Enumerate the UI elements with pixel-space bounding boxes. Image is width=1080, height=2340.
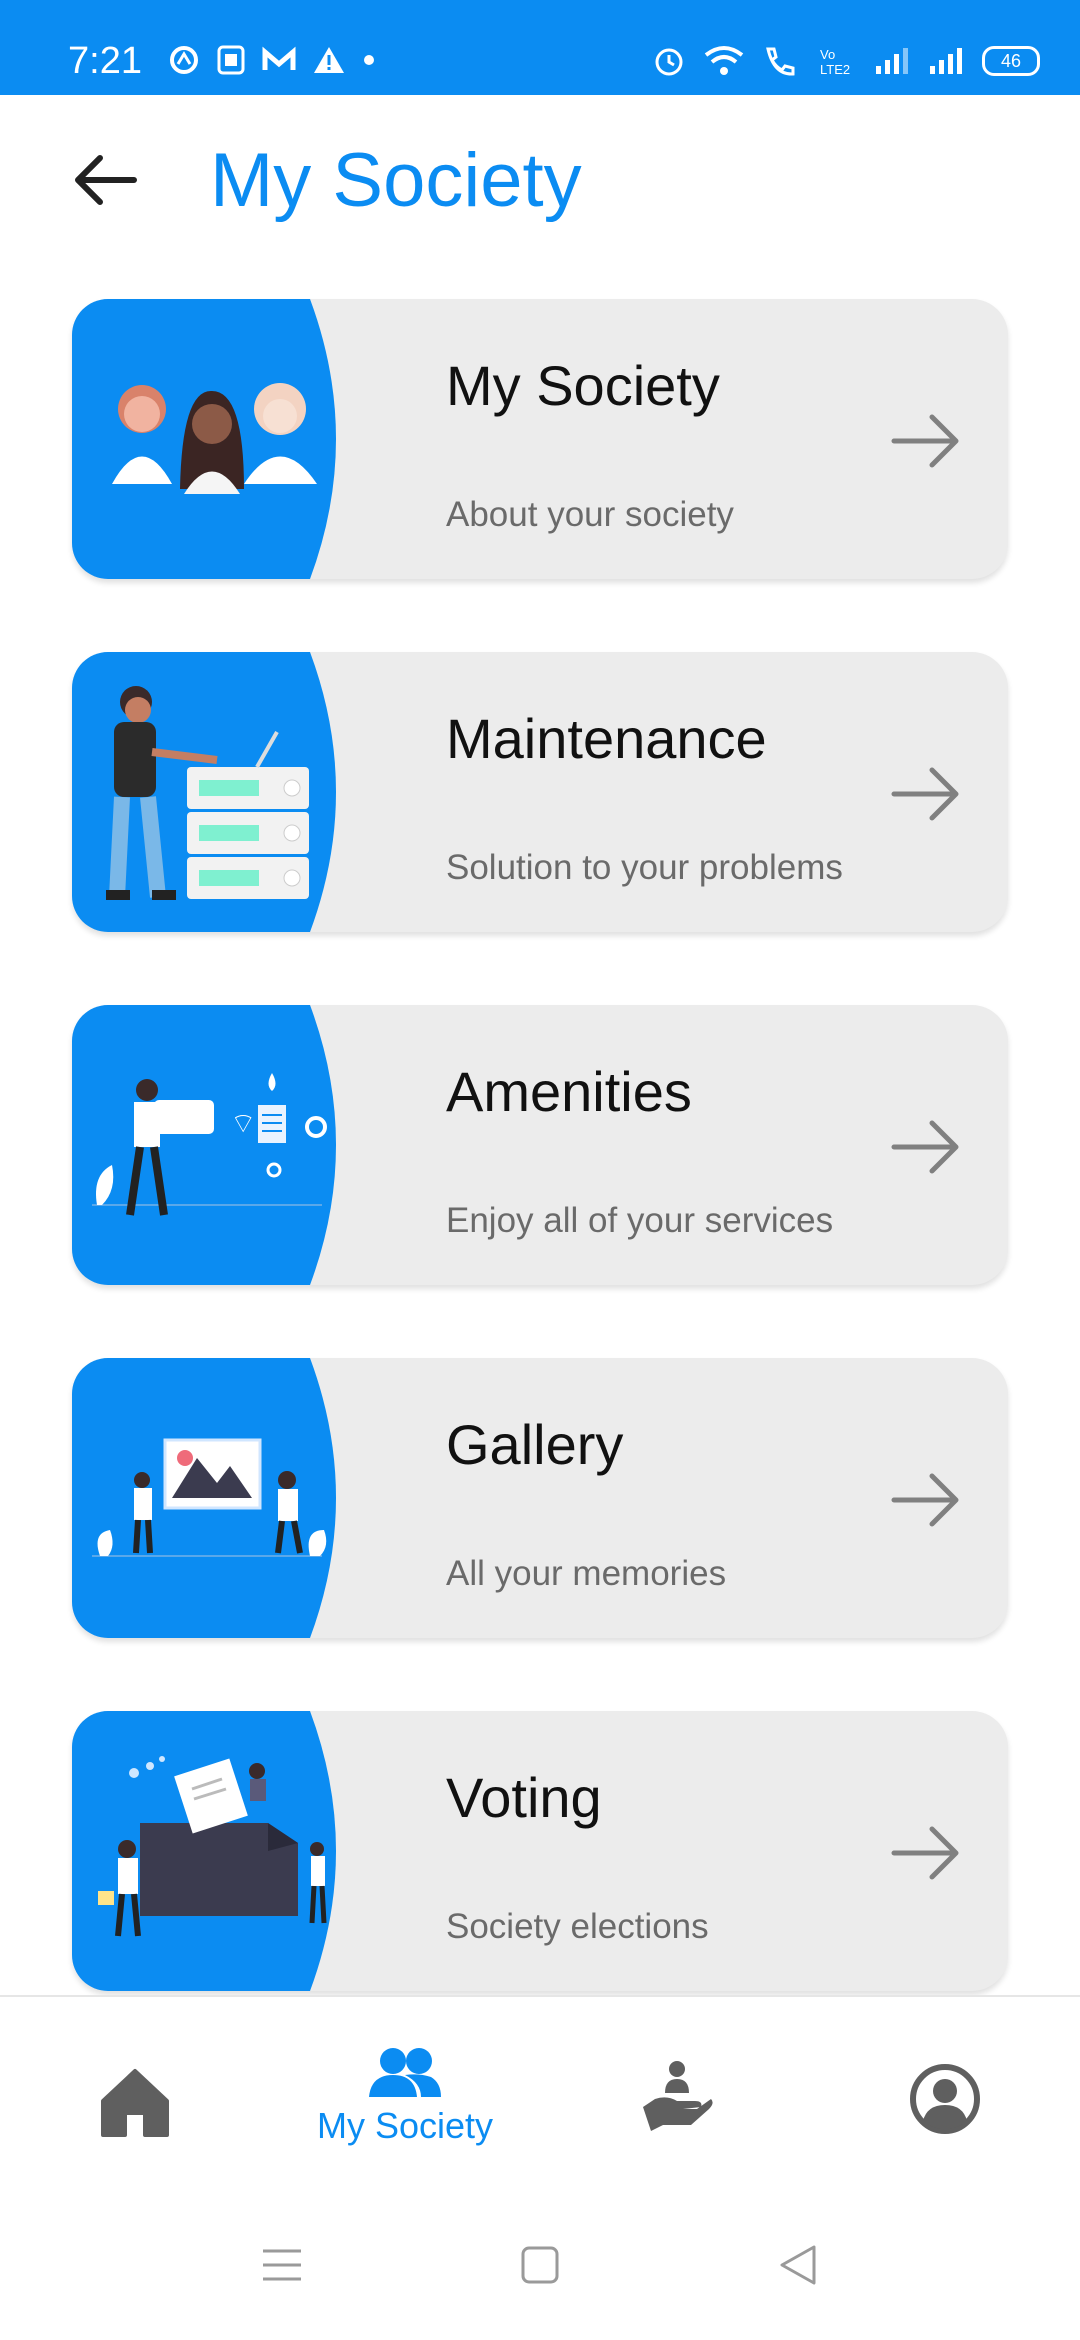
svg-text:Vo: Vo (820, 47, 835, 62)
card-subtitle: Solution to your problems (446, 848, 843, 887)
sync-icon (168, 44, 200, 76)
home-icon (101, 2069, 169, 2137)
signal-icon (874, 46, 910, 76)
nav-help[interactable] (540, 1997, 810, 2197)
arrow-right-icon (891, 1120, 959, 1174)
status-bar: 7:21 Vo LTE2 46 (0, 0, 1080, 95)
wifi-call-icon (762, 45, 800, 77)
svg-text:⌔: ⌔ (230, 1107, 256, 1140)
status-time: 7:21 (68, 40, 142, 82)
card-subtitle: Society elections (446, 1907, 709, 1946)
home-system-button[interactable] (510, 2235, 570, 2295)
gallery-illustration (72, 1358, 354, 1638)
card-amenities[interactable]: ⌔ Amenities Enjoy all of your services (72, 1005, 1008, 1285)
alarm-icon (652, 44, 686, 78)
system-nav-bar (0, 2195, 1080, 2340)
arrow-right-icon (891, 414, 959, 468)
back-system-button[interactable] (768, 2235, 828, 2295)
card-title: Maintenance (446, 707, 767, 770)
bottom-nav: My Society (0, 1995, 1080, 2197)
nav-label: My Society (316, 2105, 494, 2146)
nav-home[interactable] (0, 1997, 270, 2197)
nav-profile[interactable] (810, 1997, 1080, 2197)
card-maintenance[interactable]: Maintenance Solution to your problems (72, 652, 1008, 932)
menu-lines-icon (263, 2249, 301, 2281)
recents-button[interactable] (252, 2235, 312, 2295)
voting-illustration (72, 1711, 354, 1991)
profile-icon (910, 2064, 980, 2134)
back-button[interactable] (70, 145, 140, 215)
dot-icon (362, 53, 376, 67)
amenities-illustration: ⌔ (72, 1005, 354, 1285)
society-illustration (72, 299, 354, 579)
gmail-icon (262, 46, 296, 74)
card-title: My Society (446, 354, 720, 417)
sim-icon (216, 44, 246, 76)
card-title: Voting (446, 1766, 602, 1829)
arrow-right-icon (891, 767, 959, 821)
card-subtitle: About your society (446, 495, 734, 534)
help-hand-icon (643, 2061, 713, 2131)
arrow-left-icon (75, 155, 137, 205)
wifi-icon (704, 45, 744, 77)
card-subtitle: All your memories (446, 1554, 727, 1593)
card-title: Amenities (446, 1060, 692, 1123)
app-bar: My Society (0, 95, 1080, 275)
battery-indicator: 46 (982, 46, 1040, 76)
triangle-back-icon (780, 2245, 816, 2285)
card-my-society[interactable]: My Society About your society (72, 299, 1008, 579)
square-icon (521, 2246, 559, 2284)
signal-icon (928, 46, 964, 76)
card-title: Gallery (446, 1413, 624, 1476)
people-icon (369, 2048, 441, 2097)
alert-icon (312, 45, 346, 75)
card-voting[interactable]: Voting Society elections (72, 1711, 1008, 1991)
arrow-right-icon (891, 1473, 959, 1527)
nav-my-society[interactable]: My Society (270, 1997, 540, 2197)
arrow-right-icon (891, 1826, 959, 1880)
card-subtitle: Enjoy all of your services (446, 1201, 834, 1240)
status-left-icons (168, 44, 376, 76)
svg-text:LTE2: LTE2 (820, 62, 850, 77)
volte-icon: Vo LTE2 (818, 45, 856, 77)
page-title: My Society (210, 138, 582, 223)
status-right-icons: Vo LTE2 46 (652, 44, 1040, 78)
card-gallery[interactable]: Gallery All your memories (72, 1358, 1008, 1638)
maintenance-illustration (72, 652, 354, 932)
